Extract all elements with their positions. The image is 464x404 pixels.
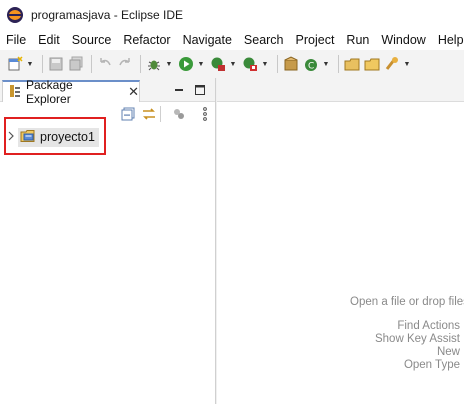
hint-new: New	[436, 346, 460, 358]
toolbar-separator	[338, 55, 339, 73]
main-toolbar: ▼ ▼ ▼ ▼ ▼ C ▼ ▼	[0, 50, 464, 78]
toolbar-separator	[91, 55, 92, 73]
eclipse-logo-icon	[7, 7, 23, 23]
menu-source[interactable]: Source	[66, 33, 118, 47]
hint-find-actions: Find Actions	[397, 320, 460, 332]
tab-package-explorer[interactable]: Package Explorer ✕	[2, 78, 140, 106]
search-dropdown-icon[interactable]: ▼	[403, 55, 411, 73]
close-icon[interactable]: ✕	[128, 84, 139, 100]
link-with-editor-icon[interactable]	[141, 106, 157, 122]
new-dropdown-icon[interactable]: ▼	[26, 55, 34, 73]
new-java-package-icon[interactable]	[282, 55, 300, 73]
title-bar: programasjava - Eclipse IDE	[0, 0, 464, 30]
save-icon[interactable]	[47, 55, 65, 73]
toolbar-separator	[160, 106, 161, 122]
menu-window[interactable]: Window	[375, 33, 431, 47]
highlight-box	[4, 117, 106, 155]
view-menu-icon[interactable]	[197, 106, 213, 122]
debug-icon[interactable]	[145, 55, 163, 73]
open-type-icon[interactable]	[343, 55, 361, 73]
menu-run[interactable]: Run	[340, 33, 375, 47]
toolbar-separator	[42, 55, 43, 73]
search-icon[interactable]	[383, 55, 401, 73]
menu-project[interactable]: Project	[290, 33, 341, 47]
run-dropdown-icon[interactable]: ▼	[197, 55, 205, 73]
external-tools-dropdown-icon[interactable]: ▼	[261, 55, 269, 73]
collapse-all-icon[interactable]	[120, 106, 136, 122]
window-title: programasjava - Eclipse IDE	[31, 8, 184, 22]
minimize-icon[interactable]	[171, 82, 187, 98]
debug-dropdown-icon[interactable]: ▼	[165, 55, 173, 73]
new-java-class-icon[interactable]: C	[302, 55, 320, 73]
coverage-dropdown-icon[interactable]: ▼	[229, 55, 237, 73]
undo-icon[interactable]	[96, 55, 114, 73]
toolbar-separator	[140, 55, 141, 73]
menu-file[interactable]: File	[0, 33, 32, 47]
toolbar-separator	[277, 55, 278, 73]
editor-area: Open a file or drop files Find Actions S…	[217, 78, 464, 404]
menu-bar: File Edit Source Refactor Navigate Searc…	[0, 30, 464, 50]
new-icon[interactable]	[6, 55, 24, 73]
menu-refactor[interactable]: Refactor	[117, 33, 176, 47]
menu-edit[interactable]: Edit	[32, 33, 66, 47]
hint-open-type: Open Type	[403, 359, 460, 371]
external-tools-icon[interactable]	[241, 55, 259, 73]
open-folder-icon[interactable]	[363, 55, 381, 73]
editor-header	[217, 78, 464, 102]
run-icon[interactable]	[177, 55, 195, 73]
editor-hint-main: Open a file or drop files	[350, 296, 464, 308]
hint-show-key-assist: Show Key Assist	[374, 333, 460, 345]
menu-navigate[interactable]: Navigate	[177, 33, 238, 47]
svg-text:C: C	[308, 62, 314, 72]
save-all-icon[interactable]	[67, 55, 85, 73]
redo-icon[interactable]	[116, 55, 134, 73]
menu-help[interactable]: Help	[432, 33, 464, 47]
coverage-icon[interactable]	[209, 55, 227, 73]
menu-search[interactable]: Search	[238, 33, 290, 47]
package-explorer-icon	[9, 84, 21, 101]
new-class-dropdown-icon[interactable]: ▼	[322, 55, 330, 73]
package-explorer-header: Package Explorer ✕	[0, 78, 215, 106]
filters-icon[interactable]	[171, 106, 187, 122]
maximize-icon[interactable]	[192, 82, 208, 98]
